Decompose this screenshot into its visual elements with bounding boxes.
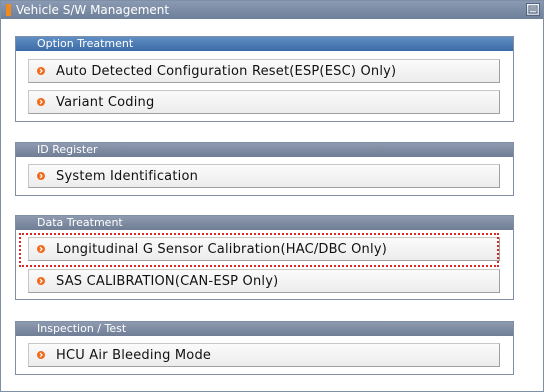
close-icon: [528, 5, 538, 14]
menu-item-label: Variant Coding: [56, 95, 155, 110]
vehicle-sw-management-window: Vehicle S/W Management Option Treatment …: [0, 0, 544, 392]
bullet-arrow-icon: [37, 277, 45, 285]
window-title: Vehicle S/W Management: [16, 3, 170, 17]
menu-item-sas-calibration[interactable]: SAS CALIBRATION(CAN-ESP Only): [28, 269, 500, 293]
menu-item-system-identification[interactable]: System Identification: [28, 164, 500, 188]
group-header-option-treatment: Option Treatment: [16, 37, 513, 51]
bullet-arrow-icon: [37, 351, 45, 359]
menu-item-label: HCU Air Bleeding Mode: [56, 348, 212, 363]
bullet-arrow-icon: [37, 172, 45, 180]
menu-item-auto-detected-configuration-reset[interactable]: Auto Detected Configuration Reset(ESP(ES…: [28, 59, 500, 83]
bullet-arrow-icon: [37, 67, 45, 75]
window-icon: [6, 4, 11, 16]
group-header-data-treatment: Data Treatment: [16, 216, 513, 230]
bullet-arrow-icon: [37, 98, 45, 106]
highlight-annotation: [19, 233, 499, 267]
group-option-treatment: Option Treatment Auto Detected Configura…: [15, 36, 514, 122]
group-title: Inspection / Test: [37, 322, 127, 335]
group-id-register: ID Register System Identification: [15, 142, 514, 196]
group-title: ID Register: [37, 143, 98, 156]
menu-item-label: SAS CALIBRATION(CAN-ESP Only): [56, 274, 279, 289]
group-title: Option Treatment: [37, 37, 134, 50]
group-header-id-register: ID Register: [16, 143, 513, 157]
group-inspection-test: Inspection / Test HCU Air Bleeding Mode: [15, 321, 514, 375]
group-header-inspection-test: Inspection / Test: [16, 322, 513, 336]
menu-item-label: Auto Detected Configuration Reset(ESP(ES…: [56, 64, 397, 79]
group-title: Data Treatment: [37, 216, 123, 229]
menu-item-label: System Identification: [56, 169, 199, 184]
titlebar: Vehicle S/W Management: [1, 1, 543, 19]
menu-item-hcu-air-bleeding-mode[interactable]: HCU Air Bleeding Mode: [28, 343, 500, 367]
close-button[interactable]: [526, 3, 540, 16]
menu-item-variant-coding[interactable]: Variant Coding: [28, 90, 500, 114]
